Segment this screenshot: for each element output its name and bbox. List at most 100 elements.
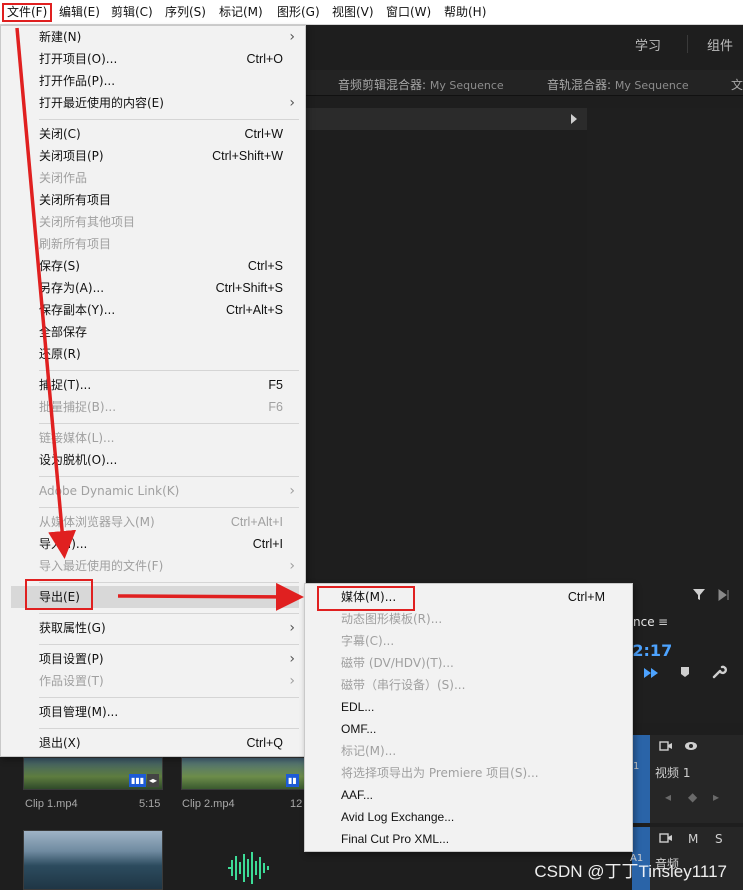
menu-item-capture[interactable]: 捕捉(T)... F5 xyxy=(11,374,299,396)
menu-item-get-properties[interactable]: 获取属性(G) › xyxy=(11,617,299,639)
chevron-right-icon: › xyxy=(289,620,295,636)
tab-audio-track-mixer-seq: My Sequence xyxy=(614,79,689,92)
timeline-tab[interactable]: nce xyxy=(633,615,655,629)
menu-item-save-as[interactable]: 另存为(A)... Ctrl+Shift+S xyxy=(11,277,299,299)
menu-item-shortcut: Ctrl+Q xyxy=(246,736,283,750)
menu-item-label: 导入最近使用的文件(F) xyxy=(39,559,164,573)
menu-item-make-offline[interactable]: 设为脱机(O)... xyxy=(11,449,299,471)
menu-view[interactable]: 视图(V) xyxy=(329,3,377,22)
menu-item-batch-capture: 批量捕捉(B)... F6 xyxy=(11,396,299,418)
menu-item-revert[interactable]: 还原(R) xyxy=(11,343,299,365)
next-keyframe-icon[interactable]: ▸ xyxy=(713,790,719,804)
video-track-bar xyxy=(632,735,650,823)
play-triangle-icon[interactable] xyxy=(571,114,577,124)
submenu-item-omf[interactable]: OMF... xyxy=(305,718,632,740)
menu-item-label: 从媒体浏览器导入(M) xyxy=(39,515,155,529)
workspace-tab-learn[interactable]: 学习 xyxy=(635,35,661,54)
video-track-id: 1 xyxy=(633,761,640,772)
menu-file[interactable]: 文件(F) xyxy=(2,3,53,22)
menu-item-import[interactable]: 导入(I)... Ctrl+I xyxy=(11,533,299,555)
video-track-name: 视频 1 xyxy=(655,766,691,780)
clip2-video-badge: ▮▮ xyxy=(286,774,299,787)
tab-audio-track-mixer[interactable]: 音轨混合器: My Sequence xyxy=(547,76,689,93)
submenu-item-export-selection: 将选择项导出为 Premiere 项目(S)... xyxy=(305,762,632,784)
menu-item-label: 另存为(A)... xyxy=(39,281,105,295)
prev-keyframe-icon[interactable]: ◂ xyxy=(665,790,671,804)
submenu-item-label: OMF... xyxy=(341,722,377,736)
tab-audio-clip-mixer-seq: My Sequence xyxy=(429,79,504,92)
menu-item-exit[interactable]: 退出(X) Ctrl+Q xyxy=(11,732,299,754)
menu-separator xyxy=(39,370,299,371)
wrench-icon[interactable] xyxy=(711,664,727,680)
clip2-name: Clip 2.mp4 xyxy=(182,798,235,810)
menu-item-refresh-all: 刷新所有项目 xyxy=(11,233,299,255)
menu-item-shortcut: Ctrl+Alt+I xyxy=(230,515,283,529)
snap-icon[interactable] xyxy=(643,666,659,680)
menu-item-save-all[interactable]: 全部保存 xyxy=(11,321,299,343)
menu-sequence[interactable]: 序列(S) xyxy=(162,3,209,22)
submenu-item-avid-log[interactable]: Avid Log Exchange... xyxy=(305,806,632,828)
solo-button[interactable]: S xyxy=(715,832,723,846)
menu-edit[interactable]: 编辑(E) xyxy=(56,3,103,22)
menu-item-new[interactable]: 新建(N) › xyxy=(11,26,299,48)
menu-item-label: 新建(N) xyxy=(39,30,82,44)
submenu-item-markers: 标记(M)... xyxy=(305,740,632,762)
tab-audio-clip-mixer[interactable]: 音频剪辑混合器: My Sequence xyxy=(338,76,504,93)
menu-item-open-recent[interactable]: 打开最近使用的内容(E) › xyxy=(11,92,299,114)
menu-item-label: 退出(X) xyxy=(39,736,81,750)
menu-item-save-copy[interactable]: 保存副本(Y)... Ctrl+Alt+S xyxy=(11,299,299,321)
menu-markers[interactable]: 标记(M) xyxy=(216,3,266,22)
menu-item-open-production[interactable]: 打开作品(P)... xyxy=(11,70,299,92)
workspace-tab-assembly[interactable]: 组件 xyxy=(707,35,733,54)
submenu-item-label: AAF... xyxy=(341,788,374,802)
menu-item-project-settings[interactable]: 项目设置(P) › xyxy=(11,648,299,670)
submenu-item-label: Final Cut Pro XML... xyxy=(341,832,450,846)
menu-item-close-project[interactable]: 关闭项目(P) Ctrl+Shift+W xyxy=(11,145,299,167)
menu-item-label: 打开最近使用的内容(E) xyxy=(39,96,164,110)
submenu-item-motion-graphics: 动态图形模板(R)... xyxy=(305,608,632,630)
menu-separator xyxy=(39,644,299,645)
menu-clip[interactable]: 剪辑(C) xyxy=(108,3,156,22)
clip3-thumbnail[interactable] xyxy=(23,830,163,890)
submenu-item-label: Avid Log Exchange... xyxy=(341,810,455,824)
filter-icon[interactable] xyxy=(692,588,708,602)
menu-help[interactable]: 帮助(H) xyxy=(441,3,489,22)
mute-button[interactable]: M xyxy=(688,832,698,846)
menu-item-label: 捕捉(T)... xyxy=(39,378,92,392)
menu-item-close-all-projects[interactable]: 关闭所有项目 xyxy=(11,189,299,211)
menu-item-open-project[interactable]: 打开项目(O)... Ctrl+O xyxy=(11,48,299,70)
clip1-audio-badge: ◂▸ xyxy=(147,774,160,787)
play-next-icon[interactable] xyxy=(717,588,737,602)
submenu-item-edl[interactable]: EDL... xyxy=(305,696,632,718)
menu-graphics[interactable]: 图形(G) xyxy=(274,3,323,22)
camera-icon[interactable] xyxy=(659,740,673,752)
menu-item-label: 项目设置(P) xyxy=(39,652,104,666)
menu-item-label: Adobe Dynamic Link(K) xyxy=(39,484,180,498)
menu-item-label: 作品设置(T) xyxy=(39,674,104,688)
submenu-item-aaf[interactable]: AAF... xyxy=(305,784,632,806)
menu-lines-icon[interactable]: ≡ xyxy=(658,615,668,629)
menu-separator xyxy=(39,507,299,508)
file-menu: 新建(N) › 打开项目(O)... Ctrl+O 打开作品(P)... 打开最近使… xyxy=(0,25,306,757)
menu-item-project-manager[interactable]: 项目管理(M)... xyxy=(11,701,299,723)
audio-camera-icon[interactable] xyxy=(659,832,673,844)
clip1-name: Clip 1.mp4 xyxy=(25,798,78,810)
menu-item-shortcut: Ctrl+Shift+W xyxy=(212,149,283,163)
menu-separator xyxy=(39,476,299,477)
menu-item-label: 项目管理(M)... xyxy=(39,705,119,719)
program-panel xyxy=(587,108,743,608)
submenu-item-captions: 字幕(C)... xyxy=(305,630,632,652)
marker-icon[interactable] xyxy=(679,666,691,678)
tab-overflow[interactable]: 文 xyxy=(731,76,743,93)
submenu-item-fcp-xml[interactable]: Final Cut Pro XML... xyxy=(305,828,632,850)
menu-item-label: 链接媒体(L)... xyxy=(39,431,115,445)
menu-item-close[interactable]: 关闭(C) Ctrl+W xyxy=(11,123,299,145)
submenu-item-tape-dv: 磁带 (DV/HDV)(T)... xyxy=(305,652,632,674)
workspace-divider xyxy=(687,35,688,53)
source-panel-header xyxy=(300,108,587,130)
menu-item-save[interactable]: 保存(S) Ctrl+S xyxy=(11,255,299,277)
menu-window[interactable]: 窗口(W) xyxy=(383,3,434,22)
menu-item-shortcut: Ctrl+I xyxy=(252,537,283,551)
keyframe-icon[interactable]: ◆ xyxy=(688,790,697,804)
eye-icon[interactable] xyxy=(684,740,698,752)
